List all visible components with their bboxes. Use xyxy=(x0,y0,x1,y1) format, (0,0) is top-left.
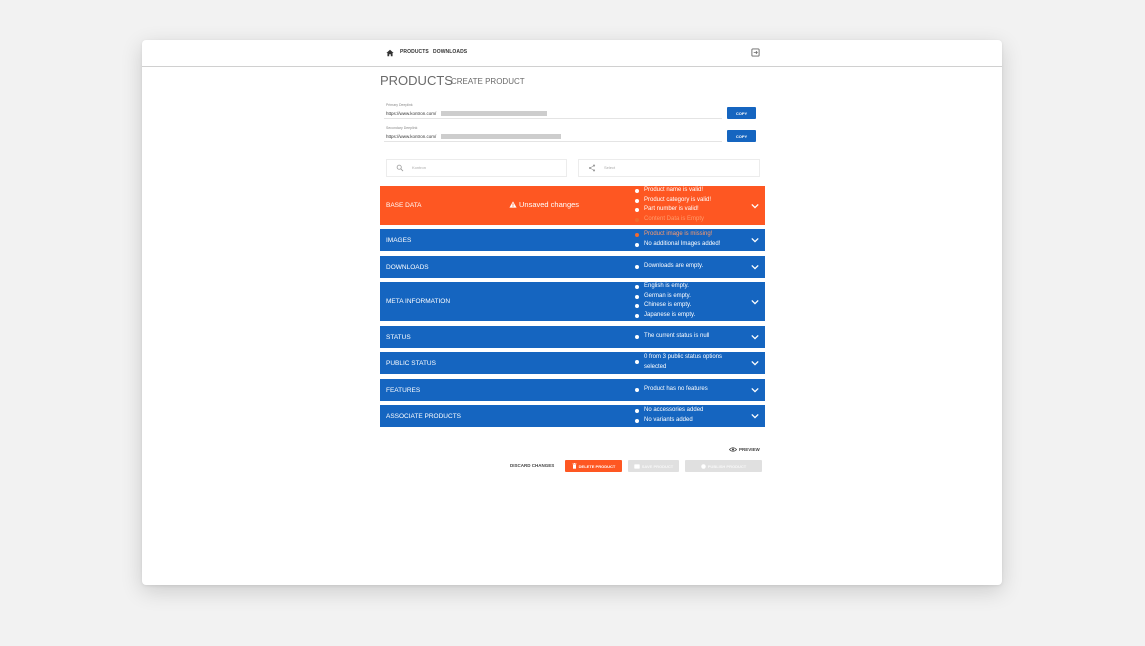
panel-downloads[interactable]: DOWNLOADS Downloads are empty. xyxy=(380,256,765,278)
logout-icon[interactable] xyxy=(751,48,760,57)
panel-images[interactable]: IMAGES Product image is missing! No addi… xyxy=(380,229,765,251)
validation-item: No variants added xyxy=(633,416,703,426)
preview-label: PREVIEW xyxy=(739,447,760,452)
validation-item: Part number is valid! xyxy=(633,205,711,215)
chevron-down-icon[interactable] xyxy=(751,237,759,243)
validation-item: No accessories added xyxy=(633,406,703,416)
validation-item: Product has no features xyxy=(633,385,708,395)
validation-item: Chinese is empty. xyxy=(633,301,695,311)
panel-base-data[interactable]: BASE DATA Unsaved changes Product name i… xyxy=(380,186,765,225)
copy-primary-link-button[interactable]: COPY xyxy=(727,107,756,119)
panel-label: ASSOCIATE PRODUCTS xyxy=(386,413,462,420)
validation-item: Product category is valid! xyxy=(633,196,711,206)
validation-list: Product has no features xyxy=(633,385,708,395)
panel-public-status[interactable]: PUBLIC STATUS 0 from 3 public status opt… xyxy=(380,352,765,374)
validation-list: No accessories added No variants added xyxy=(633,406,703,425)
validation-item: Product name is valid! xyxy=(633,186,711,196)
panel-label: BASE DATA xyxy=(386,202,422,209)
nav-link-products[interactable]: PRODUCTS xyxy=(400,49,429,55)
preview-button[interactable]: PREVIEW xyxy=(728,447,760,452)
validation-item: English is empty. xyxy=(633,282,695,292)
share-icon xyxy=(588,164,596,172)
chevron-down-icon[interactable] xyxy=(751,334,759,340)
panel-status[interactable]: STATUS The current status is null xyxy=(380,326,765,348)
panel-label: STATUS xyxy=(386,334,411,341)
secondary-link-value: https://www.kontron.com/ xyxy=(386,134,437,139)
search-input[interactable]: Kontron xyxy=(386,159,567,177)
unsaved-changes-status: Unsaved changes xyxy=(509,200,579,209)
redacted-text xyxy=(441,111,547,116)
unsaved-changes-text: Unsaved changes xyxy=(519,200,580,209)
validation-item-error: Content Data is Empty xyxy=(633,215,711,225)
globe-icon xyxy=(701,463,706,469)
panel-meta-information[interactable]: META INFORMATION English is empty. Germa… xyxy=(380,282,765,321)
search-placeholder: Kontron xyxy=(412,165,427,170)
validation-list: Product name is valid! Product category … xyxy=(633,186,711,224)
panel-label: DOWNLOADS xyxy=(386,264,429,271)
primary-link-value: https://www.kontron.com/ xyxy=(386,111,437,116)
validation-list: Product image is missing! No additional … xyxy=(633,230,720,249)
validation-item: Downloads are empty. xyxy=(633,262,703,272)
panel-label: META INFORMATION xyxy=(386,298,451,305)
validation-list: 0 from 3 public status options selected xyxy=(633,353,744,372)
validation-item: No additional Images added! xyxy=(633,240,720,250)
panel-features[interactable]: FEATURES Product has no features xyxy=(380,379,765,401)
warning-icon xyxy=(509,201,517,208)
validation-item: 0 from 3 public status options selected xyxy=(633,353,744,372)
top-navigation-bar: PRODUCTS DOWNLOADS xyxy=(142,40,1002,67)
copy-secondary-link-button[interactable]: COPY xyxy=(727,130,756,142)
redacted-text xyxy=(441,134,561,139)
chevron-down-icon[interactable] xyxy=(751,360,759,366)
eye-icon xyxy=(728,447,738,452)
chevron-down-icon[interactable] xyxy=(751,387,759,393)
validation-item: Japanese is empty. xyxy=(633,311,695,321)
chevron-down-icon[interactable] xyxy=(751,203,759,209)
primary-link-field[interactable]: https://www.kontron.com/ xyxy=(384,109,722,119)
discard-changes-button[interactable]: DISCARD CHANGES xyxy=(510,463,554,468)
delete-product-label: DELETE PRODUCT xyxy=(578,463,616,469)
save-product-button[interactable]: SAVE PRODUCT xyxy=(628,460,679,472)
panel-label: IMAGES xyxy=(386,237,412,244)
publish-product-button[interactable]: PUBLISH PRODUCT xyxy=(685,460,762,472)
validation-list: The current status is null xyxy=(633,332,709,342)
secondary-link-label: Secondary Deeplink xyxy=(386,126,418,130)
validation-list: Downloads are empty. xyxy=(633,262,703,272)
validation-list: English is empty. German is empty. Chine… xyxy=(633,282,695,320)
trash-icon xyxy=(572,463,577,469)
validation-item-error: Product image is missing! xyxy=(633,230,720,240)
save-icon xyxy=(634,463,640,469)
chevron-down-icon[interactable] xyxy=(751,413,759,419)
page-title: PRODUCTS xyxy=(380,73,453,88)
app-window: PRODUCTS DOWNLOADS PRODUCTS CREATE PRODU… xyxy=(142,40,1002,585)
home-icon[interactable] xyxy=(386,49,394,57)
publish-product-label: PUBLISH PRODUCT xyxy=(707,463,747,469)
page-subtitle: CREATE PRODUCT xyxy=(451,77,525,86)
share-select[interactable]: Select xyxy=(578,159,760,177)
panel-label: PUBLIC STATUS xyxy=(386,360,436,367)
validation-item: The current status is null xyxy=(633,332,709,342)
panel-label: FEATURES xyxy=(386,387,421,394)
share-placeholder: Select xyxy=(604,165,616,170)
chevron-down-icon[interactable] xyxy=(751,299,759,305)
secondary-link-field[interactable]: https://www.kontron.com/ xyxy=(384,132,722,142)
validation-item: German is empty. xyxy=(633,292,695,302)
chevron-down-icon[interactable] xyxy=(751,264,759,270)
save-product-label: SAVE PRODUCT xyxy=(641,463,674,469)
search-icon xyxy=(396,164,404,172)
delete-product-button[interactable]: DELETE PRODUCT xyxy=(565,460,622,472)
primary-link-label: Primary Deeplink xyxy=(386,103,413,107)
nav-link-downloads[interactable]: DOWNLOADS xyxy=(433,49,467,55)
panel-associate-products[interactable]: ASSOCIATE PRODUCTS No accessories added … xyxy=(380,405,765,427)
